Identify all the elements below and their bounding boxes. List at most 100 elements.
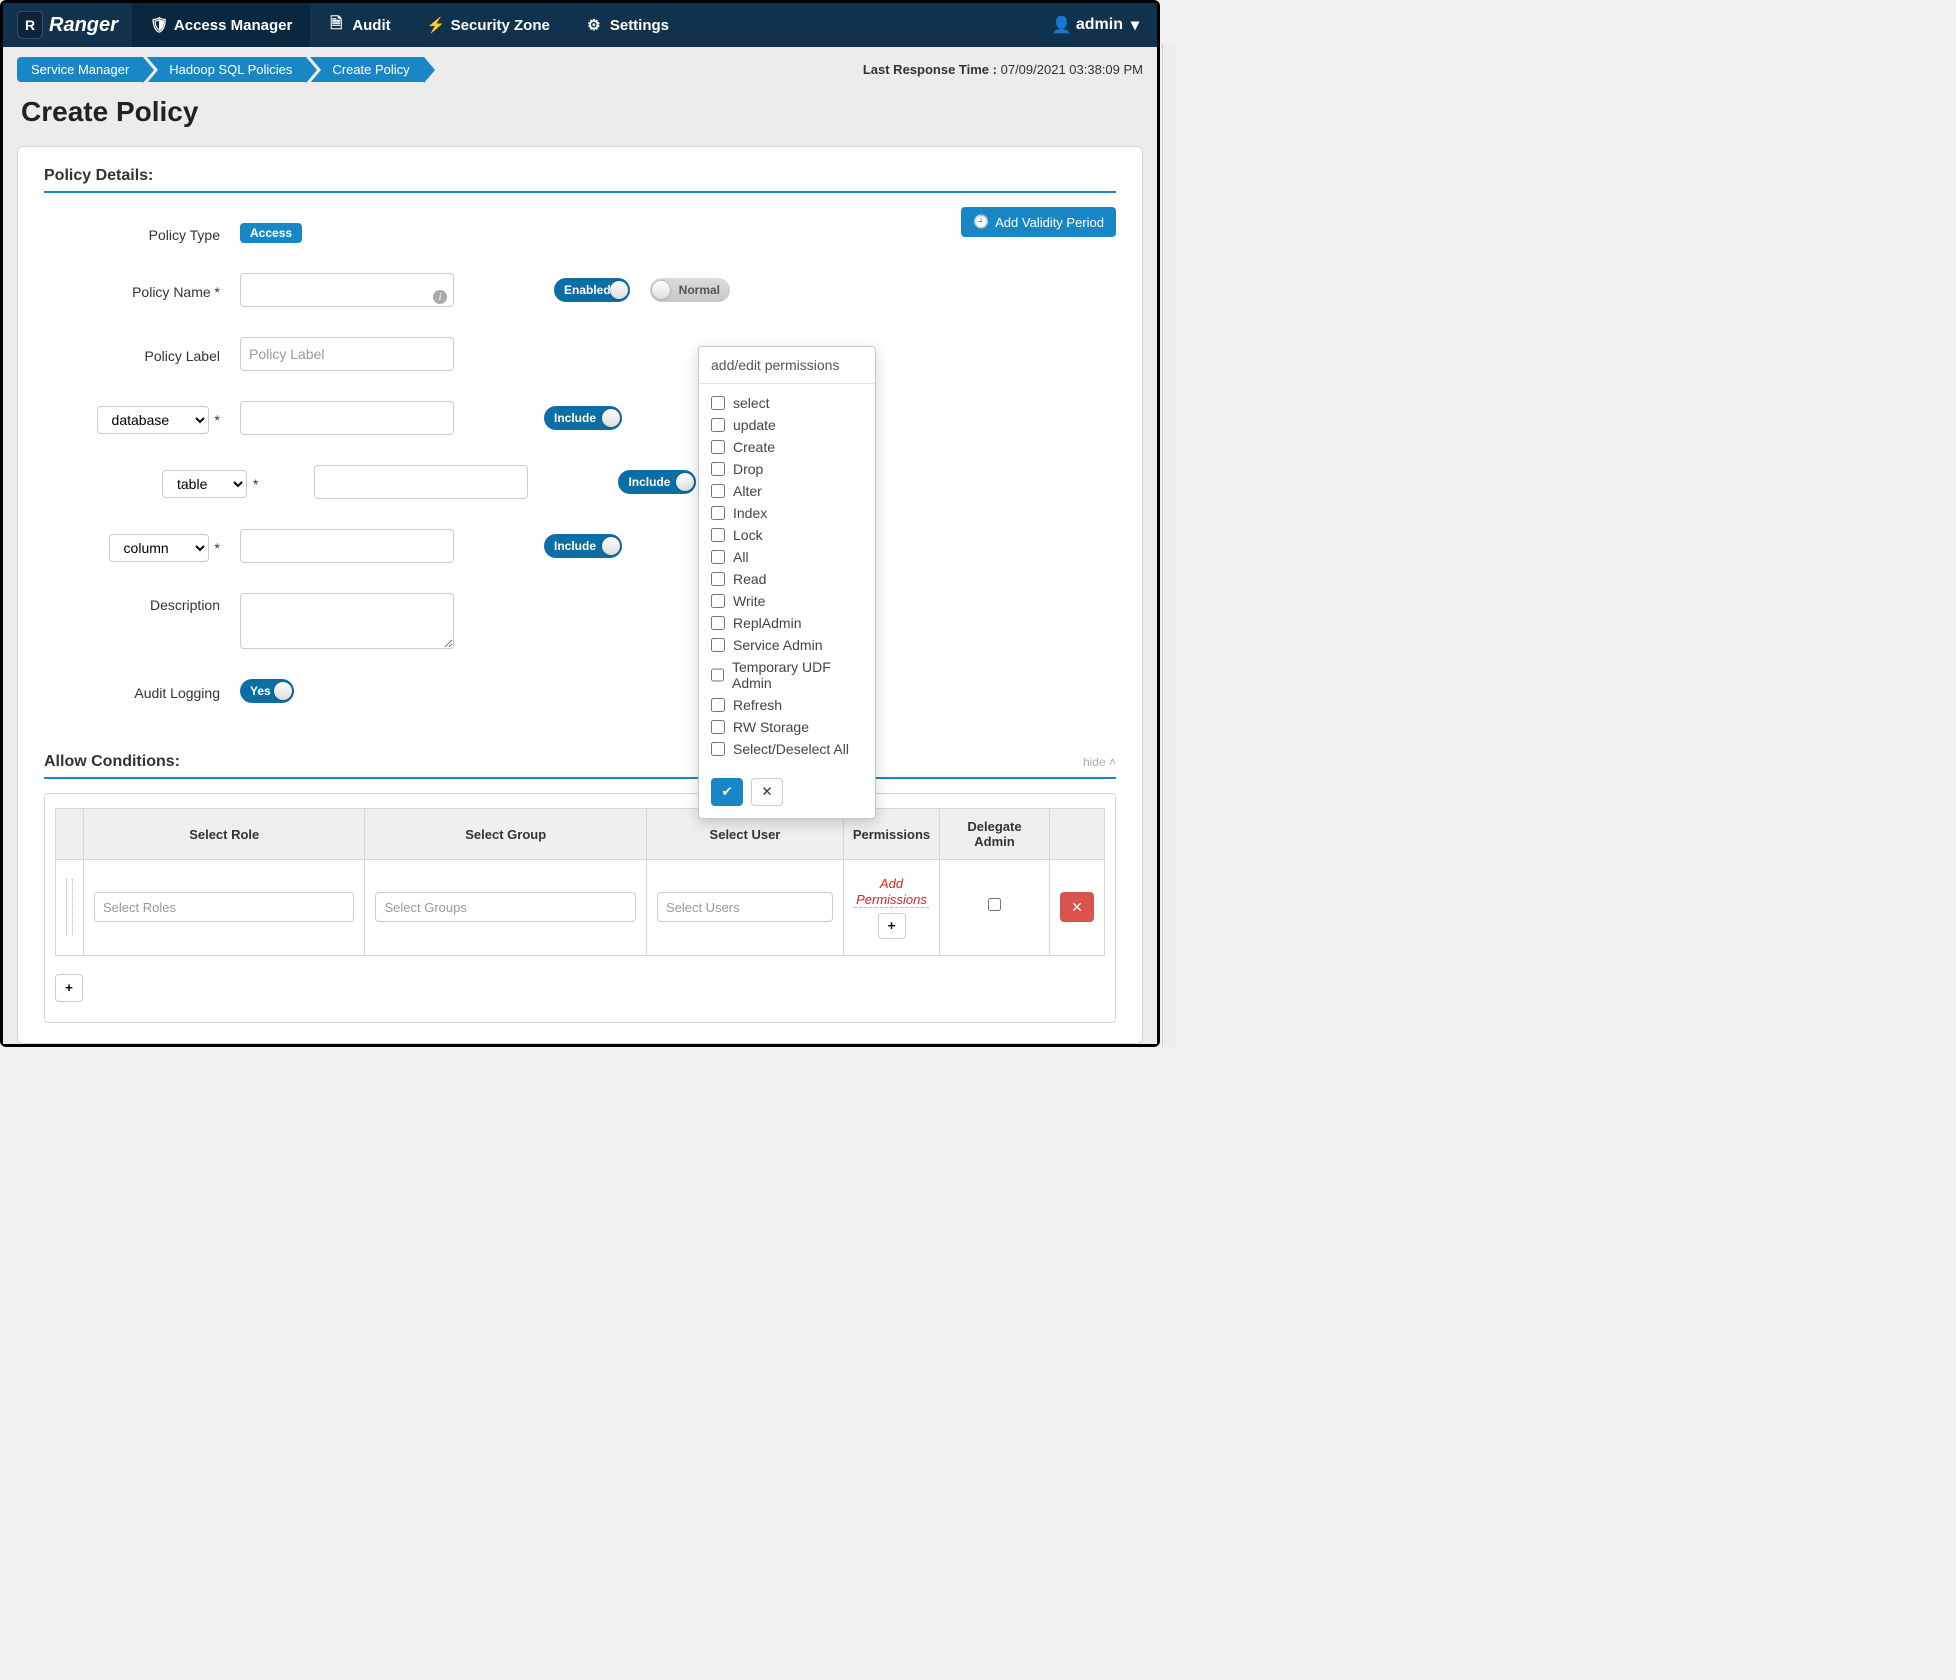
file-icon: 🗎 bbox=[328, 13, 344, 38]
permission-checkbox[interactable] bbox=[711, 616, 725, 630]
permission-label: All bbox=[733, 549, 749, 565]
permission-option[interactable]: Write bbox=[711, 590, 863, 612]
gear-icon: ⚙ bbox=[586, 16, 602, 34]
permission-checkbox[interactable] bbox=[711, 742, 725, 756]
select-users-input[interactable]: Select Users bbox=[657, 892, 833, 922]
permission-label: select bbox=[733, 395, 770, 411]
permission-option[interactable]: Select/Deselect All bbox=[711, 738, 863, 760]
policy-name-label: Policy Name * bbox=[44, 280, 220, 300]
permission-checkbox[interactable] bbox=[711, 550, 725, 564]
user-icon: 👤 bbox=[1052, 15, 1068, 35]
allow-conditions-table-wrap: Select Role Select Group Select User Per… bbox=[44, 793, 1116, 1023]
user-menu[interactable]: 👤 admin ▾ bbox=[1034, 3, 1157, 47]
delete-row-button[interactable]: ✕ bbox=[1060, 892, 1094, 922]
permission-checkbox[interactable] bbox=[711, 572, 725, 586]
nav-access-manager[interactable]: 🛡 Access Manager bbox=[132, 3, 310, 47]
col-group: Select Group bbox=[365, 809, 646, 860]
database-include-label: Include bbox=[548, 411, 602, 425]
permission-option[interactable]: All bbox=[711, 546, 863, 568]
crumb-service-manager[interactable]: Service Manager bbox=[17, 57, 143, 82]
resource-column-select[interactable]: column bbox=[109, 534, 209, 562]
col-role: Select Role bbox=[84, 809, 365, 860]
permission-label: Refresh bbox=[733, 697, 782, 713]
last-response-value: 07/09/2021 03:38:09 PM bbox=[1001, 62, 1143, 77]
select-roles-input[interactable]: Select Roles bbox=[94, 892, 354, 922]
nav-settings[interactable]: ⚙ Settings bbox=[568, 3, 687, 47]
permission-option[interactable]: select bbox=[711, 392, 863, 414]
permission-checkbox[interactable] bbox=[711, 418, 725, 432]
scrollbar[interactable] bbox=[1162, 44, 1176, 1047]
description-textarea[interactable] bbox=[240, 593, 454, 649]
permission-label: update bbox=[733, 417, 776, 433]
permission-label: Index bbox=[733, 505, 767, 521]
add-condition-row-button[interactable]: + bbox=[55, 974, 83, 1002]
permissions-confirm-button[interactable]: ✔ bbox=[711, 778, 743, 806]
database-include-toggle[interactable]: Include bbox=[544, 406, 622, 430]
permission-checkbox[interactable] bbox=[711, 506, 725, 520]
crumb-create-policy[interactable]: Create Policy bbox=[310, 57, 423, 82]
last-response-time: Last Response Time : 07/09/2021 03:38:09… bbox=[863, 62, 1143, 77]
policy-type-label: Policy Type bbox=[44, 223, 220, 243]
permission-checkbox[interactable] bbox=[711, 440, 725, 454]
add-validity-period-button[interactable]: 🕘 Add Validity Period bbox=[961, 207, 1116, 237]
permission-option[interactable]: Temporary UDF Admin bbox=[711, 656, 863, 694]
permission-checkbox[interactable] bbox=[711, 528, 725, 542]
add-permission-button[interactable]: + bbox=[878, 913, 906, 939]
permission-option[interactable]: Read bbox=[711, 568, 863, 590]
policy-label-label: Policy Label bbox=[44, 344, 220, 364]
permission-checkbox[interactable] bbox=[711, 668, 724, 682]
resource-table-select[interactable]: table bbox=[162, 470, 247, 498]
add-validity-label: Add Validity Period bbox=[995, 215, 1104, 230]
permission-option[interactable]: Index bbox=[711, 502, 863, 524]
policy-details-heading: Policy Details: bbox=[44, 167, 1116, 193]
permissions-cancel-button[interactable]: ✕ bbox=[751, 778, 783, 806]
policy-name-input[interactable]: i bbox=[240, 273, 454, 307]
resource-database-select[interactable]: database bbox=[97, 406, 209, 434]
drag-handle[interactable] bbox=[56, 860, 84, 956]
permission-checkbox[interactable] bbox=[711, 462, 725, 476]
permission-checkbox[interactable] bbox=[711, 638, 725, 652]
permission-option[interactable]: ReplAdmin bbox=[711, 612, 863, 634]
permission-label: Alter bbox=[733, 483, 762, 499]
permission-option[interactable]: Lock bbox=[711, 524, 863, 546]
policy-panel: Policy Details: Policy Type Access Polic… bbox=[17, 146, 1143, 1044]
hide-conditions-link[interactable]: hide ˄ bbox=[1083, 755, 1116, 769]
enabled-toggle-label: Enabled bbox=[558, 283, 617, 297]
column-include-toggle[interactable]: Include bbox=[544, 534, 622, 558]
permission-option[interactable]: Service Admin bbox=[711, 634, 863, 656]
nav-security-zone[interactable]: ⚡ Security Zone bbox=[409, 3, 568, 47]
permission-checkbox[interactable] bbox=[711, 720, 725, 734]
permission-checkbox[interactable] bbox=[711, 484, 725, 498]
crumb-hadoop-sql[interactable]: Hadoop SQL Policies bbox=[147, 57, 306, 82]
permission-checkbox[interactable] bbox=[711, 396, 725, 410]
permission-option[interactable]: Alter bbox=[711, 480, 863, 502]
nav-audit[interactable]: 🗎 Audit bbox=[310, 3, 408, 47]
select-groups-input[interactable]: Select Groups bbox=[375, 892, 635, 922]
permission-option[interactable]: Refresh bbox=[711, 694, 863, 716]
column-input[interactable] bbox=[240, 529, 454, 563]
delegate-admin-checkbox[interactable] bbox=[988, 898, 1001, 911]
override-toggle-label: Normal bbox=[673, 283, 726, 297]
page-title: Create Policy bbox=[21, 96, 1143, 128]
policy-label-input[interactable]: Policy Label bbox=[240, 337, 454, 371]
permission-option[interactable]: RW Storage bbox=[711, 716, 863, 738]
audit-logging-label: Audit Logging bbox=[44, 681, 220, 701]
breadcrumb: Service Manager Hadoop SQL Policies Crea… bbox=[17, 57, 428, 82]
enabled-toggle[interactable]: Enabled bbox=[554, 278, 630, 302]
permission-checkbox[interactable] bbox=[711, 594, 725, 608]
audit-logging-toggle[interactable]: Yes bbox=[240, 679, 294, 703]
add-permissions-link[interactable]: Add Permissions bbox=[854, 876, 929, 908]
table-include-toggle[interactable]: Include bbox=[618, 470, 696, 494]
table-input[interactable] bbox=[314, 465, 528, 499]
permission-option[interactable]: Drop bbox=[711, 458, 863, 480]
clock-icon: 🕘 bbox=[973, 214, 989, 230]
policy-details-label: Policy Details: bbox=[44, 167, 153, 185]
permission-checkbox[interactable] bbox=[711, 698, 725, 712]
permission-option[interactable]: update bbox=[711, 414, 863, 436]
database-input[interactable] bbox=[240, 401, 454, 435]
permissions-popover: add/edit permissions selectupdateCreateD… bbox=[698, 346, 876, 819]
permission-label: Lock bbox=[733, 527, 763, 543]
info-icon[interactable]: i bbox=[433, 290, 447, 304]
permission-option[interactable]: Create bbox=[711, 436, 863, 458]
override-toggle[interactable]: Normal bbox=[650, 278, 730, 302]
